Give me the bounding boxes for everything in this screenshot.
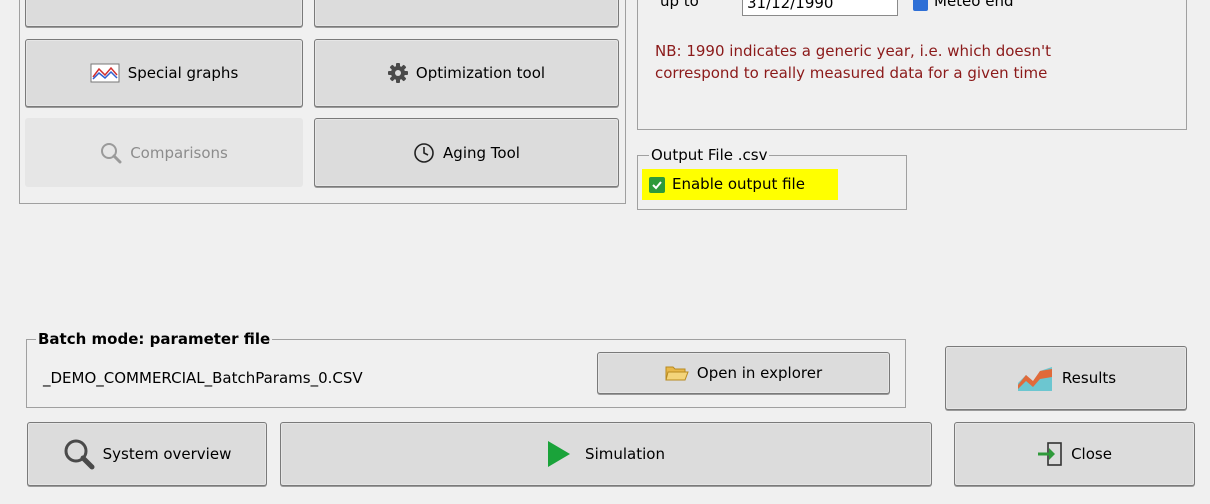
output-file-group-title: Output File .csv — [649, 146, 770, 164]
top-right-button[interactable] — [314, 0, 619, 27]
results-chart-icon — [1016, 363, 1054, 393]
simulation-button[interactable]: Simulation — [280, 422, 932, 486]
close-label: Close — [1071, 445, 1112, 463]
enable-output-checkbox[interactable] — [649, 177, 665, 193]
results-button[interactable]: Results — [945, 346, 1187, 410]
simulation-label: Simulation — [585, 445, 665, 463]
enable-output-label: Enable output file — [672, 175, 805, 193]
open-in-explorer-button[interactable]: Open in explorer — [597, 352, 890, 394]
optimization-tool-button[interactable]: Optimization tool — [314, 39, 619, 107]
open-in-explorer-label: Open in explorer — [696, 364, 823, 382]
magnifier-icon — [100, 142, 122, 164]
batch-file-name: _DEMO_COMMERCIAL_BatchParams_0.CSV — [43, 369, 363, 387]
results-label: Results — [1061, 369, 1117, 387]
folder-icon — [665, 364, 689, 382]
exit-icon — [1037, 441, 1063, 467]
checkmark-icon — [652, 181, 662, 190]
aging-tool-label: Aging Tool — [443, 143, 520, 162]
up-to-date-value: 31/12/1990 — [747, 0, 834, 12]
meteo-end-label: Meteo end — [934, 0, 1014, 10]
top-left-button[interactable] — [25, 0, 303, 27]
optimization-tool-label: Optimization tool — [415, 64, 546, 82]
gear-icon — [387, 63, 408, 83]
magnifier-icon — [63, 438, 95, 470]
aging-tool-button[interactable]: Aging Tool — [314, 118, 619, 187]
meteo-end-checkbox[interactable] — [913, 0, 928, 11]
up-to-label: up to — [660, 0, 699, 10]
year-note: NB: 1990 indicates a generic year, i.e. … — [655, 42, 1051, 82]
batch-group-title: Batch mode: parameter file — [36, 330, 273, 348]
play-icon — [547, 440, 571, 468]
comparisons-label: Comparisons — [130, 143, 228, 162]
graph-icon — [90, 63, 120, 83]
comparisons-button[interactable]: Comparisons — [25, 118, 303, 187]
system-overview-label: System overview — [102, 445, 232, 463]
close-button[interactable]: Close — [954, 422, 1195, 486]
system-overview-button[interactable]: System overview — [27, 422, 267, 486]
clock-icon — [413, 142, 435, 164]
special-graphs-label: Special graphs — [127, 64, 239, 82]
special-graphs-button[interactable]: Special graphs — [25, 39, 303, 107]
up-to-date-field[interactable]: 31/12/1990 — [742, 0, 898, 16]
